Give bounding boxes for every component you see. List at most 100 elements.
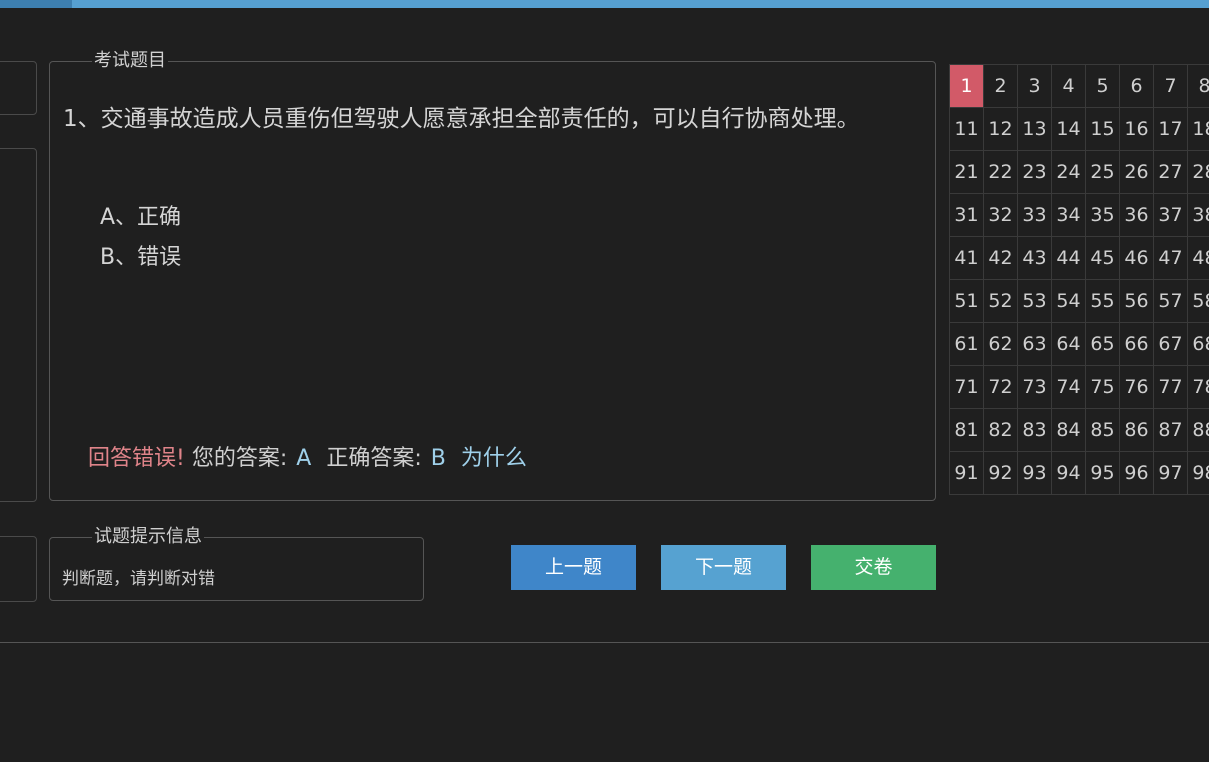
question-number-cell[interactable]: 83: [1018, 409, 1052, 452]
question-number-cell[interactable]: 48: [1188, 237, 1209, 280]
question-number-cell[interactable]: 34: [1052, 194, 1086, 237]
question-number-cell[interactable]: 32: [984, 194, 1018, 237]
question-number-cell[interactable]: 65: [1086, 323, 1120, 366]
question-number-cell[interactable]: 14: [1052, 108, 1086, 151]
question-number-cell[interactable]: 87: [1154, 409, 1188, 452]
question-number-cell[interactable]: 43: [1018, 237, 1052, 280]
question-number-cell[interactable]: 15: [1086, 108, 1120, 151]
question-number-cell[interactable]: 38: [1188, 194, 1209, 237]
question-number-cell[interactable]: 25: [1086, 151, 1120, 194]
question-number-cell[interactable]: 53: [1018, 280, 1052, 323]
question-number-cell[interactable]: 61: [950, 323, 984, 366]
question-number-cell[interactable]: 22: [984, 151, 1018, 194]
question-number-cell[interactable]: 3: [1018, 65, 1052, 108]
question-number-cell[interactable]: 27: [1154, 151, 1188, 194]
question-number-cell[interactable]: 28: [1188, 151, 1209, 194]
question-number-cell[interactable]: 64: [1052, 323, 1086, 366]
question-panel: 考试题目 1、交通事故造成人员重伤但驾驶人愿意承担全部责任的，可以自行协商处理。…: [49, 52, 936, 501]
why-link[interactable]: 为什么: [461, 446, 527, 471]
prev-question-button[interactable]: 上一题: [511, 545, 636, 590]
option-a[interactable]: A、正确: [100, 198, 181, 238]
question-number-cell[interactable]: 62: [984, 323, 1018, 366]
question-number-cell[interactable]: 96: [1120, 452, 1154, 495]
question-number-cell[interactable]: 51: [950, 280, 984, 323]
question-number-cell[interactable]: 81: [950, 409, 984, 452]
question-number-cell[interactable]: 24: [1052, 151, 1086, 194]
question-number-cell[interactable]: 42: [984, 237, 1018, 280]
question-number-cell[interactable]: 11: [950, 108, 984, 151]
question-number-cell[interactable]: 97: [1154, 452, 1188, 495]
question-number-cell[interactable]: 31: [950, 194, 984, 237]
question-number-cell[interactable]: 47: [1154, 237, 1188, 280]
question-number-cell[interactable]: 4: [1052, 65, 1086, 108]
question-number-cell[interactable]: 77: [1154, 366, 1188, 409]
options-list: A、正确 B、错误: [100, 198, 181, 278]
question-number-cell[interactable]: 88: [1188, 409, 1209, 452]
question-number-cell[interactable]: 45: [1086, 237, 1120, 280]
question-number-cell[interactable]: 21: [950, 151, 984, 194]
question-number-cell[interactable]: 33: [1018, 194, 1052, 237]
question-number-cell[interactable]: 86: [1120, 409, 1154, 452]
question-number-cell[interactable]: 63: [1018, 323, 1052, 366]
question-number-cell[interactable]: 35: [1086, 194, 1120, 237]
question-number-cell[interactable]: 93: [1018, 452, 1052, 495]
question-text: 1、交通事故造成人员重伤但驾驶人愿意承担全部责任的，可以自行协商处理。: [63, 106, 860, 132]
question-number-cell[interactable]: 36: [1120, 194, 1154, 237]
question-number-cell[interactable]: 73: [1018, 366, 1052, 409]
question-number-cell[interactable]: 23: [1018, 151, 1052, 194]
correct-answer-label: 正确答案:: [326, 446, 422, 471]
question-number-cell[interactable]: 55: [1086, 280, 1120, 323]
question-number-cell[interactable]: 37: [1154, 194, 1188, 237]
left-panel-middle: [0, 148, 37, 502]
submit-exam-button[interactable]: 交卷: [811, 545, 936, 590]
question-number-cell[interactable]: 98: [1188, 452, 1209, 495]
question-number-cell[interactable]: 6: [1120, 65, 1154, 108]
question-number-cell[interactable]: 26: [1120, 151, 1154, 194]
option-b[interactable]: B、错误: [100, 238, 181, 278]
question-panel-legend: 考试题目: [94, 50, 166, 71]
hint-text: 判断题，请判断对错: [62, 569, 215, 589]
question-number-cell[interactable]: 85: [1086, 409, 1120, 452]
question-number-grid: 1234567811121314151617182122232425262728…: [949, 64, 1209, 495]
question-number-cell[interactable]: 57: [1154, 280, 1188, 323]
question-number-cell[interactable]: 92: [984, 452, 1018, 495]
question-number-cell[interactable]: 91: [950, 452, 984, 495]
question-number-cell[interactable]: 17: [1154, 108, 1188, 151]
question-number-cell[interactable]: 67: [1154, 323, 1188, 366]
next-question-button[interactable]: 下一题: [661, 545, 786, 590]
your-answer-value: A: [296, 446, 312, 471]
result-status: 回答错误!: [88, 446, 185, 471]
question-number-cell[interactable]: 56: [1120, 280, 1154, 323]
question-number-cell[interactable]: 82: [984, 409, 1018, 452]
question-number-cell[interactable]: 46: [1120, 237, 1154, 280]
question-number-cell[interactable]: 84: [1052, 409, 1086, 452]
question-number-cell[interactable]: 68: [1188, 323, 1209, 366]
question-number-cell[interactable]: 52: [984, 280, 1018, 323]
question-number-cell[interactable]: 58: [1188, 280, 1209, 323]
question-number-cell[interactable]: 18: [1188, 108, 1209, 151]
question-number-cell[interactable]: 76: [1120, 366, 1154, 409]
question-number-cell[interactable]: 95: [1086, 452, 1120, 495]
question-number-cell[interactable]: 44: [1052, 237, 1086, 280]
question-number-cell[interactable]: 16: [1120, 108, 1154, 151]
question-number-cell[interactable]: 75: [1086, 366, 1120, 409]
question-number-cell[interactable]: 71: [950, 366, 984, 409]
question-number-cell[interactable]: 74: [1052, 366, 1086, 409]
correct-answer-value: B: [430, 446, 446, 471]
hint-panel-legend: 试题提示信息: [94, 526, 202, 547]
question-number-cell[interactable]: 66: [1120, 323, 1154, 366]
question-number-cell[interactable]: 78: [1188, 366, 1209, 409]
question-number-cell[interactable]: 41: [950, 237, 984, 280]
bottom-divider: [0, 642, 1209, 643]
question-number-cell[interactable]: 1: [950, 65, 984, 108]
question-number-cell[interactable]: 8: [1188, 65, 1209, 108]
question-number-cell[interactable]: 5: [1086, 65, 1120, 108]
question-number-cell[interactable]: 13: [1018, 108, 1052, 151]
question-number-cell[interactable]: 12: [984, 108, 1018, 151]
question-number-cell[interactable]: 54: [1052, 280, 1086, 323]
question-number-cell[interactable]: 7: [1154, 65, 1188, 108]
question-number-cell[interactable]: 72: [984, 366, 1018, 409]
question-number-cell[interactable]: 2: [984, 65, 1018, 108]
left-panel-bottom: [0, 536, 37, 602]
question-number-cell[interactable]: 94: [1052, 452, 1086, 495]
